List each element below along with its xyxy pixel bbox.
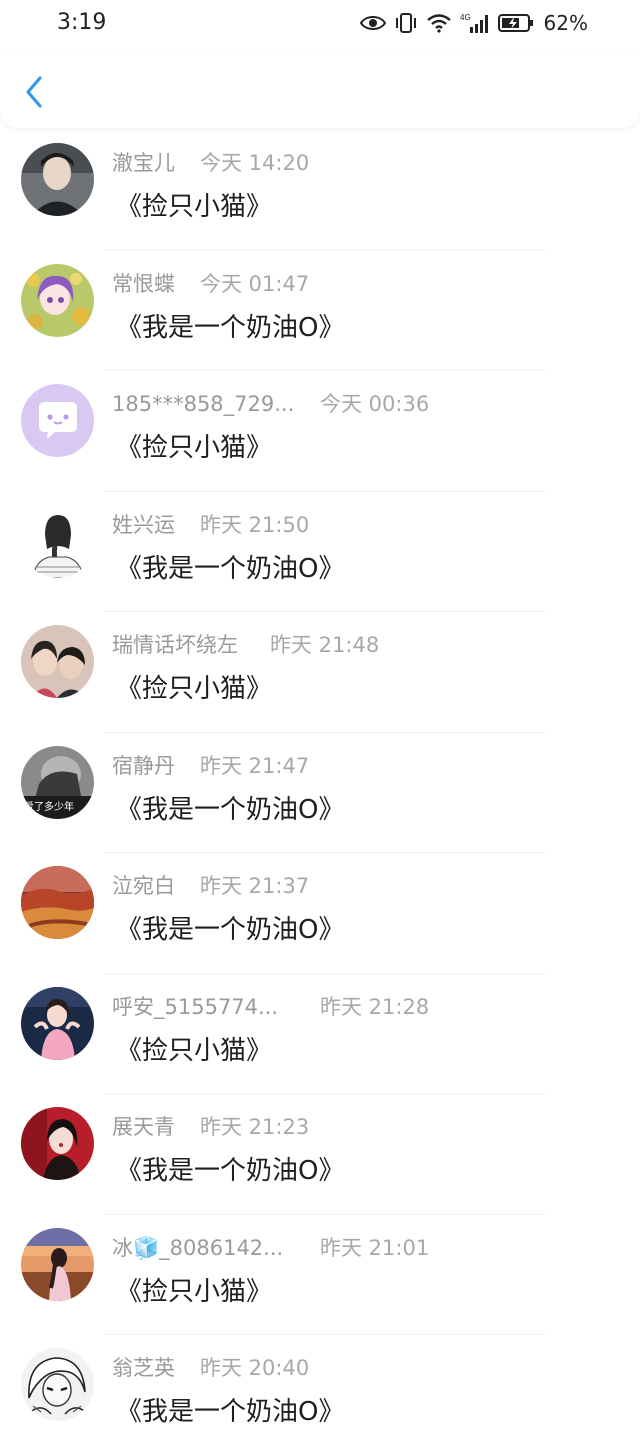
book-title: 《我是一个奶油O》: [116, 312, 345, 343]
list-item[interactable]: 常恨蝶 今天 01:47 《我是一个奶油O》: [0, 251, 640, 371]
avatar[interactable]: [21, 143, 94, 216]
list-item[interactable]: 瑞情话坏绕左 昨天 21:48 《捡只小猫》: [0, 612, 640, 733]
user-name: 瑞情话坏绕左: [112, 633, 238, 657]
timestamp: 昨天 21:37: [200, 874, 310, 898]
timestamp: 昨天 21:23: [200, 1115, 310, 1139]
name-row: 常恨蝶 今天 01:47: [112, 268, 309, 298]
user-name: 呼安_5155774...: [112, 994, 279, 1019]
list-item[interactable]: 185***858_729... 今天 00:36 《捡只小猫》: [0, 371, 640, 492]
name-row: 翁芝英 昨天 20:40: [112, 1352, 309, 1382]
user-name: 姓兴运: [112, 512, 175, 537]
timestamp: 今天 14:20: [200, 151, 310, 175]
status-bar: 3:19 4G 62%: [0, 0, 640, 50]
book-title: 《捡只小猫》: [116, 433, 273, 463]
avatar[interactable]: 爱了多少年: [21, 745, 94, 819]
app-bar: [0, 50, 640, 128]
wifi-icon: [426, 13, 452, 33]
battery-icon: [497, 13, 534, 33]
user-name: 宿静丹: [112, 753, 175, 778]
eye-icon: [359, 14, 386, 32]
avatar[interactable]: [21, 986, 94, 1060]
user-name: 泣宛白: [112, 874, 175, 898]
timestamp: 昨天 21:50: [200, 512, 310, 537]
timestamp: 昨天 20:40: [200, 1356, 310, 1380]
book-title: 《捡只小猫》: [116, 674, 273, 704]
name-row: 姓兴运 昨天 21:50: [112, 509, 309, 539]
user-name: 翁芝英: [112, 1356, 175, 1380]
avatar[interactable]: [21, 866, 94, 939]
back-button[interactable]: [18, 72, 50, 112]
avatar[interactable]: [21, 504, 94, 578]
book-title: 《我是一个奶油O》: [116, 1397, 345, 1427]
name-row: 呼安_5155774... 昨天 21:28: [112, 991, 429, 1021]
timestamp: 今天 00:36: [320, 392, 430, 416]
user-name: 冰🧊_8086142...: [112, 1235, 284, 1260]
message-list: 澈宝儿 今天 14:20 《捡只小猫》 常恨蝶 今天 01:47 《我是一个奶油…: [0, 130, 640, 1456]
book-title: 《我是一个奶油O》: [116, 794, 345, 825]
avatar[interactable]: [21, 1227, 94, 1301]
name-row: 宿静丹 昨天 21:47: [112, 750, 309, 780]
timestamp: 昨天 21:01: [320, 1235, 430, 1260]
network-type: 4G: [460, 13, 471, 22]
list-item[interactable]: 泣宛白 昨天 21:37 《我是一个奶油O》: [0, 853, 640, 974]
list-item[interactable]: 翁芝英 昨天 20:40 《我是一个奶油O》: [0, 1335, 640, 1456]
status-time: 3:19: [57, 10, 107, 35]
list-item[interactable]: 展天青 昨天 21:23 《我是一个奶油O》: [0, 1094, 640, 1215]
name-row: 展天青 昨天 21:23: [112, 1111, 309, 1141]
name-row: 185***858_729... 今天 00:36: [112, 388, 429, 418]
chevron-left-icon: [26, 76, 42, 108]
cellular-signal-icon: 4G: [460, 12, 490, 34]
avatar-caption: 爱了多少年: [24, 800, 74, 813]
avatar[interactable]: [21, 625, 94, 698]
timestamp: 昨天 21:28: [320, 994, 430, 1019]
name-row: 冰🧊_8086142... 昨天 21:01: [112, 1232, 429, 1262]
book-title: 《捡只小猫》: [116, 1276, 273, 1307]
user-name: 185***858_729...: [112, 392, 295, 416]
list-item[interactable]: 冰🧊_8086142... 昨天 21:01 《捡只小猫》: [0, 1215, 640, 1335]
book-title: 《捡只小猫》: [116, 1035, 273, 1066]
status-icons: 4G 62%: [359, 11, 588, 35]
avatar[interactable]: [21, 1348, 94, 1421]
list-item[interactable]: 姓兴运 昨天 21:50 《我是一个奶油O》: [0, 492, 640, 612]
user-name: 澈宝儿: [112, 151, 175, 175]
vibrate-icon: [394, 12, 418, 34]
name-row: 泣宛白 昨天 21:37: [112, 870, 309, 900]
avatar[interactable]: [21, 1107, 94, 1180]
user-name: 常恨蝶: [112, 271, 175, 296]
timestamp: 昨天 21:47: [200, 753, 310, 778]
list-item[interactable]: 爱了多少年 宿静丹 昨天 21:47 《我是一个奶油O》: [0, 733, 640, 853]
book-title: 《我是一个奶油O》: [116, 1156, 345, 1186]
book-title: 《我是一个奶油O》: [116, 915, 345, 945]
battery-percent: 62%: [543, 11, 588, 35]
timestamp: 昨天 21:48: [270, 633, 380, 657]
avatar[interactable]: [21, 384, 94, 457]
user-name: 展天青: [112, 1115, 175, 1139]
timestamp: 今天 01:47: [200, 271, 310, 296]
book-title: 《我是一个奶油O》: [116, 553, 345, 584]
list-item[interactable]: 澈宝儿 今天 14:20 《捡只小猫》: [0, 130, 640, 251]
book-title: 《捡只小猫》: [116, 192, 273, 222]
name-row: 澈宝儿 今天 14:20: [112, 147, 309, 177]
list-item[interactable]: 呼安_5155774... 昨天 21:28 《捡只小猫》: [0, 974, 640, 1094]
name-row: 瑞情话坏绕左 昨天 21:48: [112, 629, 379, 659]
avatar[interactable]: [21, 263, 94, 337]
